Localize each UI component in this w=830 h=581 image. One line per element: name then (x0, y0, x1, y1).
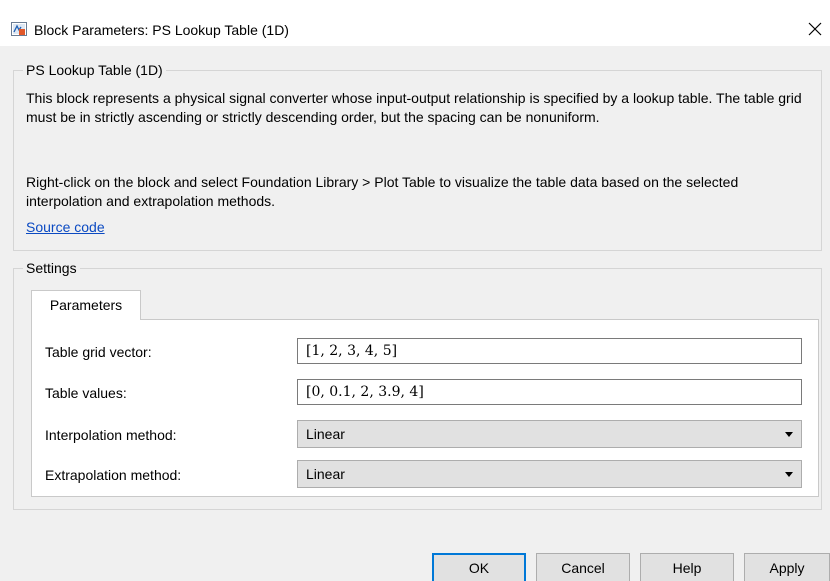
table-values-label: Table values: (45, 385, 127, 401)
block-parameters-dialog: Block Parameters: PS Lookup Table (1D) P… (0, 0, 830, 581)
ok-button[interactable]: OK (432, 553, 526, 581)
table-grid-vector-field[interactable]: [1, 2, 3, 4, 5] (297, 338, 802, 364)
help-button[interactable]: Help (640, 553, 734, 581)
cancel-button[interactable]: Cancel (536, 553, 630, 581)
interpolation-method-label: Interpolation method: (45, 427, 177, 443)
interpolation-method-select[interactable]: Linear (297, 420, 802, 448)
source-code-link[interactable]: Source code (26, 218, 105, 236)
settings-group-title: Settings (23, 259, 80, 277)
chevron-down-icon (785, 472, 793, 477)
extrapolation-method-label: Extrapolation method: (45, 467, 182, 483)
tab-parameters[interactable]: Parameters (31, 290, 141, 320)
extrapolation-method-select[interactable]: Linear (297, 460, 802, 488)
extrapolation-method-value: Linear (306, 466, 345, 482)
apply-button[interactable]: Apply (744, 553, 830, 581)
title-bar: Block Parameters: PS Lookup Table (1D) (0, 0, 830, 46)
interpolation-method-value: Linear (306, 426, 345, 442)
block-description: This block represents a physical signal … (26, 90, 802, 125)
plot-table-hint: Right-click on the block and select Foun… (26, 174, 739, 209)
chevron-down-icon (785, 432, 793, 437)
description-group-title: PS Lookup Table (1D) (23, 61, 166, 79)
close-button[interactable] (800, 14, 830, 44)
close-icon (808, 22, 822, 36)
simulink-block-icon (11, 22, 27, 36)
table-grid-vector-label: Table grid vector: (45, 344, 152, 360)
table-values-field[interactable]: [0, 0.1, 2, 3.9, 4] (297, 379, 802, 405)
window-title: Block Parameters: PS Lookup Table (1D) (34, 22, 289, 38)
